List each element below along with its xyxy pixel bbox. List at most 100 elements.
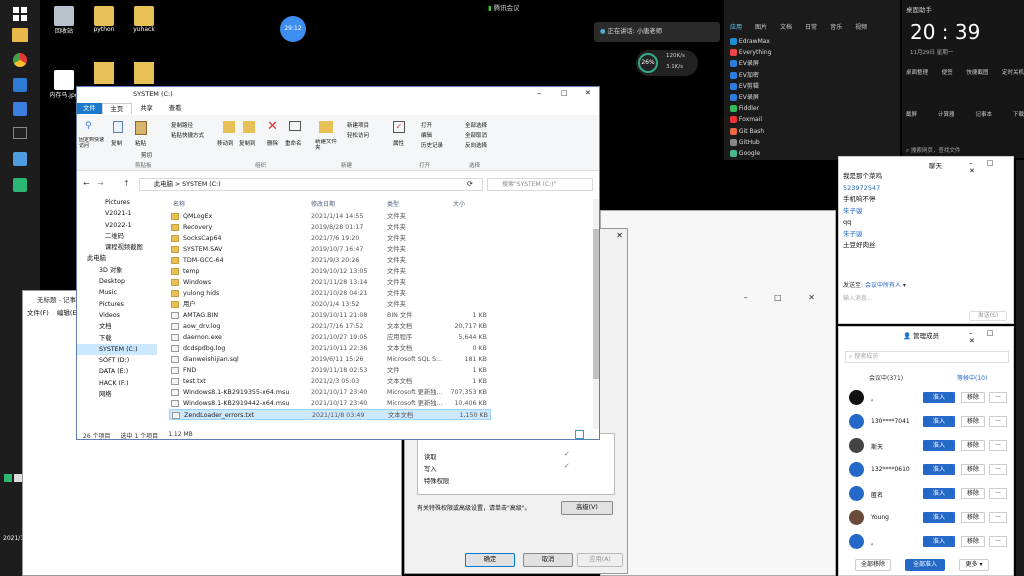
nav-item[interactable]: V2022-1 [77, 220, 157, 231]
file-row[interactable]: dcdspdbg.log 2021/10/11 22:36 文本文档 0 KB [169, 343, 491, 354]
admit-button[interactable]: 准入 [923, 536, 955, 547]
file-row[interactable]: yulong hids 2021/10/28 04:21 文件夹 [169, 288, 491, 299]
cancel-button[interactable]: 取消 [523, 553, 573, 567]
remove-button[interactable]: 移除 [961, 392, 985, 403]
admit-button[interactable]: 准入 [923, 440, 955, 451]
nav-item[interactable]: Music [77, 287, 157, 298]
floating-timer-bubble[interactable]: 29:12 [280, 16, 306, 42]
app-item[interactable]: EV加密 [730, 70, 820, 81]
minimize-button[interactable]: – [537, 89, 541, 98]
action-screenshot[interactable]: 快捷截图 [966, 68, 988, 76]
delete-button[interactable]: 删除 [267, 139, 278, 147]
remove-all-button[interactable]: 全部移除 [855, 559, 891, 571]
invert-selection-button[interactable]: 反向选择 [465, 141, 487, 149]
nav-item[interactable]: 此电脑 [77, 253, 157, 264]
app-item[interactable]: EV录屏 [730, 92, 820, 103]
action-download[interactable]: 下载 [1013, 110, 1024, 118]
new-folder-button[interactable]: 新建文件夹 [315, 139, 337, 151]
member-more-button[interactable]: ··· [989, 512, 1007, 523]
tab-music[interactable]: 音乐 [830, 22, 842, 31]
file-row[interactable]: Recovery 2019/8/28 01:17 文件夹 [169, 222, 491, 233]
nav-item[interactable]: 下载 [77, 333, 157, 344]
tab-apps[interactable]: 应用 [730, 22, 742, 31]
members-window-controls[interactable]: – □ ✕ [969, 329, 1013, 345]
desktop-folder-b[interactable] [134, 62, 154, 84]
tab-file[interactable]: 文件 [77, 103, 102, 114]
app-item[interactable]: GitHub [730, 137, 820, 148]
explorer-icon[interactable] [13, 152, 27, 166]
terminal-icon[interactable] [13, 127, 27, 139]
search-input[interactable]: 搜索"SYSTEM (C:)" [487, 178, 593, 191]
file-row[interactable]: Windows 2021/11/28 13:14 文件夹 [169, 277, 491, 288]
app-item[interactable]: Google [730, 148, 820, 159]
back-icon[interactable]: ← [83, 179, 90, 188]
nav-item[interactable]: 3D 对象 [77, 265, 157, 276]
breadcrumb-pc[interactable]: 此电脑 [154, 181, 173, 188]
pin-icon[interactable] [13, 78, 27, 92]
scrollbar[interactable] [593, 199, 599, 429]
nav-item[interactable]: 文档 [77, 321, 157, 332]
nav-item[interactable]: Videos [77, 310, 157, 321]
nav-item[interactable]: 二维码 [77, 231, 157, 242]
desktop-icon-python[interactable]: python [84, 6, 124, 33]
tab-view[interactable]: 查看 [161, 103, 190, 114]
paste-shortcut-button[interactable]: 粘贴快捷方式 [171, 131, 204, 139]
send-to-select[interactable]: 会议中所有人 [865, 282, 901, 289]
file-row[interactable]: FND 2019/11/18 02:53 文件 1 KB [169, 365, 491, 376]
new-item-button[interactable]: 新建项目 [347, 121, 369, 129]
scrollbar-thumb[interactable] [593, 229, 599, 379]
file-row[interactable]: Windows8.1-KB2919355-x64.msu 2021/10/17 2… [169, 387, 491, 398]
remove-button[interactable]: 移除 [961, 440, 985, 451]
member-more-button[interactable]: ··· [989, 536, 1007, 547]
file-row[interactable]: test.txt 2021/2/3 05:03 文本文档 1 KB [169, 376, 491, 387]
file-row[interactable]: Windows8.1-KB2919442-x64.msu 2021/10/17 2… [169, 398, 491, 409]
file-row[interactable]: temp 2019/10/12 13:05 文件夹 [169, 266, 491, 277]
app-item[interactable]: Foxmail [730, 114, 820, 125]
tab-in-meeting[interactable]: 会议中(371) [869, 373, 903, 382]
cut-button[interactable]: 剪切 [141, 151, 152, 159]
advanced-button[interactable]: 高级(V) [561, 501, 613, 515]
chrome-icon[interactable] [13, 53, 27, 67]
file-row[interactable]: ZendLoader_errors.txt 2021/11/8 03:49 文本文档… [169, 409, 491, 420]
maximize-button[interactable]: □ [561, 89, 568, 97]
green-icon[interactable] [13, 178, 27, 192]
tab-waiting[interactable]: 等候中(10) [957, 373, 987, 382]
member-search[interactable]: ⌕ 搜索成员 [845, 351, 1009, 363]
close-button[interactable]: ✕ [585, 89, 591, 97]
file-row[interactable]: SocksCap64 2021/7/6 19:20 文件夹 [169, 233, 491, 244]
tab-daily[interactable]: 日常 [805, 22, 817, 31]
file-row[interactable]: AMTAG.BIN 2019/10/11 21:08 BIN 文件 1 KB [169, 310, 491, 321]
nav-item[interactable]: Pictures [77, 197, 157, 208]
nav-item[interactable]: Desktop [77, 276, 157, 287]
tab-images[interactable]: 图片 [755, 22, 767, 31]
remove-button[interactable]: 移除 [961, 512, 985, 523]
move-to-button[interactable]: 移动到 [217, 139, 234, 147]
assistant-search[interactable]: ⌕ 搜索网页，查找文件 [906, 146, 1020, 156]
properties-button[interactable]: 属性 [393, 139, 404, 147]
copy-to-button[interactable]: 复制到 [239, 139, 256, 147]
tab-home[interactable]: 主页 [101, 103, 133, 114]
refresh-icon[interactable]: ⟳ [467, 180, 473, 188]
edit-button[interactable]: 编辑 [421, 131, 432, 139]
admit-button[interactable]: 准入 [923, 392, 955, 403]
menu-file[interactable]: 文件(F) [27, 307, 49, 317]
apply-button[interactable]: 应用(A) [577, 553, 623, 567]
nav-item[interactable]: HACK (F:) [77, 378, 157, 389]
more-button[interactable]: 更多 ▾ [959, 559, 989, 571]
nav-item[interactable]: DATA (E:) [77, 366, 157, 377]
remove-button[interactable]: 移除 [961, 464, 985, 475]
remove-button[interactable]: 移除 [961, 416, 985, 427]
breadcrumb-drive[interactable]: SYSTEM (C:) [182, 181, 221, 188]
file-row[interactable]: 用户 2020/1/4 13:52 文件夹 [169, 299, 491, 310]
nav-item[interactable]: 网络 [77, 389, 157, 400]
app-item[interactable]: Fiddler [730, 103, 820, 114]
history-button[interactable]: 历史记录 [421, 141, 443, 149]
desktop-folder-a[interactable] [94, 62, 114, 84]
copy-button[interactable]: 复制 [111, 139, 122, 147]
file-row[interactable]: dianweishijian.sql 2019/6/11 15:26 Microso… [169, 354, 491, 365]
nav-item[interactable]: V2021-1 [77, 208, 157, 219]
app-item[interactable]: EV剪辑 [730, 81, 820, 92]
action-capture[interactable]: 截屏 [906, 110, 917, 118]
folder-icon[interactable] [12, 28, 28, 42]
ok-button[interactable]: 确定 [465, 553, 515, 567]
